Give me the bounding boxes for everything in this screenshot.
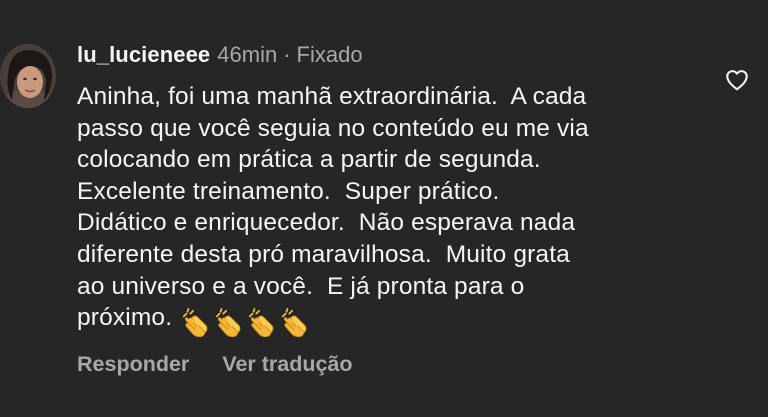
comment-text-line: colocando em prática a partir de segunda… <box>77 146 541 174</box>
avatar-photo <box>0 44 56 108</box>
username[interactable]: lu_lucieneee <box>77 42 210 68</box>
comment-actions: Responder Ver tradução <box>77 352 353 377</box>
comment-text-line: próximo. <box>77 304 173 332</box>
comment-text-line: passo que você seguia no conteúdo eu me … <box>77 114 589 142</box>
separator-dot: · <box>283 42 291 67</box>
comment-text-line: Didático e enriquecedor. Não esperava na… <box>77 209 576 237</box>
comment-text: Aninha, foi uma manhã extraordinária. A … <box>77 81 677 338</box>
clapping-hands-icon <box>183 307 208 337</box>
clapping-hands-icon <box>282 307 307 337</box>
comment-header: lu_lucieneee 46min · Fixado <box>77 42 363 70</box>
comment: lu_lucieneee 46min · Fixado Aninha, foi … <box>0 0 768 417</box>
reply-button[interactable]: Responder <box>77 352 189 377</box>
comment-text-line: Aninha, foi uma manhã extraordinária. A … <box>77 83 587 110</box>
timestamp: 46min <box>217 42 278 67</box>
comment-text-line: Excelente treinamento. Super prático. <box>77 177 500 205</box>
pinned-label: Fixado <box>296 42 363 67</box>
clapping-hands-icon <box>216 307 241 337</box>
comment-text-line: diferente desta pró maravilhosa. Muito g… <box>77 240 570 268</box>
clapping-hands-icon <box>249 307 274 337</box>
comment-text-last-line: próximo. <box>77 302 677 338</box>
see-translation-button[interactable]: Ver tradução <box>222 352 352 377</box>
avatar[interactable] <box>0 44 56 108</box>
comment-text-line: ao universo e a você. E já pronta para o <box>77 272 525 300</box>
like-heart-icon[interactable] <box>724 67 750 93</box>
emoji-group <box>180 306 312 338</box>
